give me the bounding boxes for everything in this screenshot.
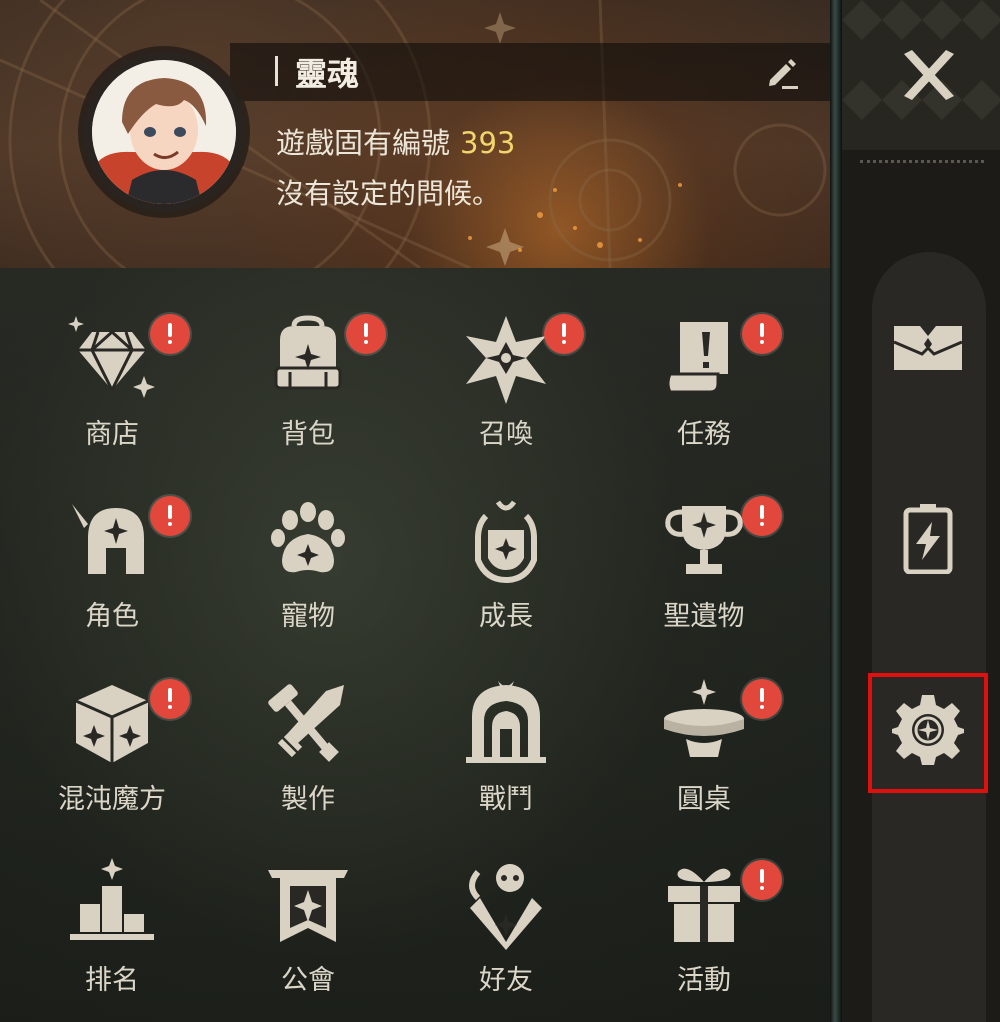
menu-item-label: 背包 (281, 419, 335, 450)
gift-icon (668, 868, 740, 942)
notification-badge (742, 314, 782, 354)
menu-item-ranking[interactable]: 排名 (14, 858, 210, 1022)
menu-item-crafting[interactable]: 製作 (210, 677, 406, 847)
summon-star-icon (466, 316, 546, 404)
menu-item-friends[interactable]: 好友 (408, 858, 604, 1022)
character-portrait (92, 60, 236, 204)
menu-item-round-table[interactable]: 圓桌 (606, 677, 802, 847)
notification-badge (544, 314, 584, 354)
backpack-icon (274, 315, 342, 390)
menu-item-label: 成長 (479, 601, 533, 632)
player-uid-row: 遊戲固有編號 393 (276, 120, 515, 162)
quest-scroll-icon (666, 322, 728, 394)
notification-badge (346, 314, 386, 354)
menu-item-label: 寵物 (281, 601, 335, 632)
menu-item-quest[interactable]: 任務 (606, 312, 802, 482)
notification-badge (150, 314, 190, 354)
notification-badge (150, 496, 190, 536)
menu-item-guild[interactable]: 公會 (210, 858, 406, 1022)
menu-item-pet[interactable]: 寵物 (210, 494, 406, 664)
menu-item-backpack[interactable]: 背包 (210, 312, 406, 482)
trophy-icon (665, 506, 743, 574)
menu-item-summon[interactable]: 召喚 (408, 312, 604, 482)
menu-item-label: 商店 (85, 419, 139, 450)
uid-value: 393 (460, 126, 516, 160)
paw-icon (271, 502, 345, 573)
menu-item-label: 活動 (677, 965, 731, 996)
ranking-icon (70, 858, 154, 940)
notification-badge (150, 679, 190, 719)
player-name: 靈魂 (295, 55, 360, 93)
round-table-icon (664, 679, 744, 757)
helmet-icon (72, 504, 144, 574)
menu-item-chaos-cube[interactable]: 混沌魔方 (14, 677, 210, 847)
friends-icon (469, 864, 542, 950)
battery-icon[interactable] (892, 502, 964, 574)
menu-item-label: 混沌魔方 (58, 784, 166, 815)
guild-banner-icon (268, 870, 348, 942)
edit-pencil-icon[interactable] (762, 52, 802, 92)
settings-highlight-box (868, 673, 988, 793)
menu-item-label: 公會 (281, 965, 335, 996)
menu-item-label: 排名 (85, 965, 139, 996)
avatar[interactable] (84, 52, 244, 212)
menu-item-events[interactable]: 活動 (606, 858, 802, 1022)
menu-item-label: 製作 (281, 784, 335, 815)
close-icon[interactable] (898, 44, 960, 106)
menu-item-label: 圓桌 (677, 784, 731, 815)
menu-item-label: 聖遺物 (663, 601, 745, 632)
notification-badge (742, 679, 782, 719)
menu-item-shop[interactable]: 商店 (14, 312, 210, 482)
growth-emblem-icon (475, 500, 537, 584)
menu-item-character[interactable]: 角色 (14, 494, 210, 664)
sidebar-divider (860, 160, 984, 163)
name-separator (275, 56, 278, 86)
uid-label: 遊戲固有編號 (276, 126, 451, 160)
main-menu-panel: 靈魂 遊戲固有編號 393 沒有設定的問候。 商店 背包 召喚 任務 角色 寵物… (0, 0, 830, 1022)
gate-icon (466, 681, 546, 763)
menu-item-growth[interactable]: 成長 (408, 494, 604, 664)
mailbox-icon[interactable] (892, 312, 964, 384)
notification-badge (742, 496, 782, 536)
menu-item-label: 好友 (479, 965, 533, 996)
hammer-sword-icon (268, 684, 344, 762)
cube-icon (75, 685, 149, 763)
diamond-icon (68, 316, 155, 398)
panel-divider (830, 0, 842, 1022)
profile-header: 靈魂 遊戲固有編號 393 沒有設定的問候。 (0, 0, 830, 268)
player-greeting: 沒有設定的問候。 (276, 177, 501, 210)
menu-item-label: 角色 (85, 601, 139, 632)
menu-item-label: 任務 (677, 419, 731, 450)
menu-item-battle[interactable]: 戰鬥 (408, 677, 604, 847)
menu-item-label: 召喚 (479, 419, 533, 450)
menu-item-label: 戰鬥 (479, 784, 533, 815)
notification-badge (742, 860, 782, 900)
menu-item-relic[interactable]: 聖遺物 (606, 494, 802, 664)
